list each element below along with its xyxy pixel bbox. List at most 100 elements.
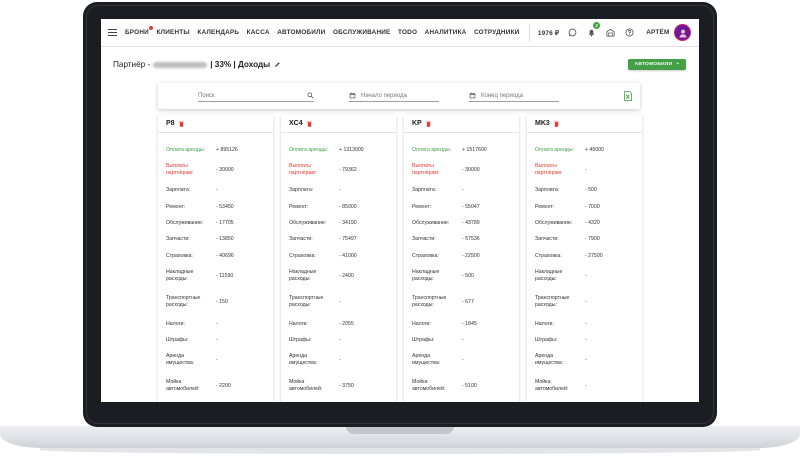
excel-export-icon[interactable] [624, 91, 632, 101]
finance-row: Мойка автомобилей: - [535, 379, 639, 393]
finance-row: Ремонт: - 55047 [412, 204, 516, 211]
car-name[interactable]: MK3 [535, 120, 550, 127]
finance-row: Запчасти: - 57536 [412, 236, 516, 243]
finance-row: Аренда имущества: - [535, 353, 639, 367]
nav-link-clients[interactable]: КЛИЕНТЫ [156, 29, 189, 36]
finance-row-label: Запчасти: [289, 236, 313, 242]
finance-row-label: Накладные расходы: [412, 269, 440, 282]
nav-link-cash[interactable]: КАССА [247, 29, 270, 36]
finance-row: Налоги: - [535, 321, 639, 328]
finance-row: Запчасти: - 7900 [535, 236, 639, 243]
pencil-icon[interactable] [274, 61, 281, 68]
nav-link-cars[interactable]: АВТОМОБИЛИ [277, 29, 325, 36]
finance-row-label: Ремонт: [535, 204, 555, 210]
finance-row-value: - [339, 337, 341, 343]
car-card-header: KP [404, 115, 519, 133]
user-icon [679, 29, 687, 37]
car-card: KP Оплата аренды: + 1517600 Выплаты партнёр… [404, 115, 519, 402]
finance-row-value: - [339, 187, 341, 193]
finance-row-value: + 1517600 [462, 147, 487, 153]
finance-row: Штрафы: - [289, 337, 393, 344]
finance-row-label: Транспортные расходы: [289, 295, 324, 308]
car-name[interactable]: XC4 [289, 120, 303, 127]
finance-row-label: Налоги: [166, 321, 185, 327]
finance-row-label: Выплаты партнёрам: [412, 163, 440, 176]
nav-link-analytics[interactable]: АНАЛИТИКА [425, 29, 467, 36]
finance-row: Аренда имущества: - [289, 353, 393, 367]
finance-row-label: Запчасти: [412, 236, 436, 242]
nav-link-todo[interactable]: TODO [398, 29, 417, 36]
finance-row-value: - 40696 [216, 253, 234, 259]
finance-row-value: - 79362 [339, 166, 357, 173]
nav-link-calendar[interactable]: КАЛЕНДАРЬ [197, 29, 239, 36]
finance-row-label: Оплата аренды: [412, 147, 452, 153]
help-icon[interactable] [625, 28, 634, 37]
delete-icon[interactable] [554, 121, 559, 127]
finance-row: Ремонт: - 53450 [166, 204, 270, 211]
finance-row: Мойка автомобилей: - 3750 [289, 379, 393, 393]
nav-link-bookings[interactable]: БРОНИ [125, 26, 153, 36]
delete-icon[interactable] [178, 121, 184, 127]
finance-row-value: - 22500 [462, 253, 480, 259]
finance-row-label: Штрафы: [412, 337, 435, 343]
finance-row: Штрафы: - [412, 337, 516, 344]
search-icon[interactable] [307, 92, 314, 99]
delete-icon[interactable] [306, 121, 312, 127]
calendar-icon [349, 92, 356, 99]
period-start-field[interactable]: Начало периода [349, 90, 439, 102]
finance-row-value: - 17705 [216, 220, 234, 226]
finance-row-value: - 677 [462, 298, 474, 305]
car-name[interactable]: P8 [166, 120, 175, 127]
finance-row-value: - 2200 [216, 382, 231, 389]
finance-row: Аренда имущества: - [166, 353, 270, 367]
finance-row-label: Мойка автомобилей: [535, 379, 569, 392]
menu-icon[interactable] [108, 28, 117, 38]
user-name[interactable]: АРТЁМ [646, 29, 669, 36]
finance-row-value: - [585, 272, 587, 279]
finance-row-label: Зарплата: [535, 187, 560, 193]
calendar-icon [469, 92, 476, 99]
car-card-header: MK3 [527, 115, 642, 133]
finance-row-label: Накладные расходы: [535, 269, 563, 282]
app-screen: БРОНИ КЛИЕНТЫ КАЛЕНДАРЬ КАССА АВТОМОБИЛИ… [101, 19, 699, 402]
finance-row-label: Обслуживание: [535, 220, 573, 226]
finance-row-label: Штрафы: [289, 337, 312, 343]
add-car-button[interactable]: АВТОМОБИЛИ + [628, 59, 686, 70]
delete-icon[interactable] [426, 121, 431, 127]
avatar[interactable] [674, 24, 692, 41]
nav-link-service[interactable]: ОБСЛУЖИВАНИЕ [333, 29, 391, 36]
nav-divider [528, 23, 530, 42]
garage-icon[interactable] [606, 28, 615, 37]
finance-row-label: Обслуживание: [412, 220, 450, 226]
balance[interactable]: 1976 ₽ [538, 29, 559, 37]
nav-right-group: 1976 ₽ 2 АРТЁМ [538, 22, 692, 41]
period-end-field[interactable]: Конец периода [469, 90, 559, 102]
finance-row: Страховка: - 41000 [289, 253, 393, 260]
page-title: Партнёр - | 33% | Доходы [113, 60, 281, 69]
finance-row: Оплата аренды: + 895126 [166, 147, 270, 154]
finance-row-value: - [462, 356, 464, 363]
finance-row-value: - 4320 [585, 220, 600, 226]
finance-row: Оплата аренды: + 1517600 [412, 147, 516, 154]
finance-row-value: - [216, 356, 218, 363]
finance-row-value: - 11590 [216, 272, 234, 279]
finance-row: Налоги: - 1845 [412, 321, 516, 328]
finance-row-value: - 7900 [585, 236, 600, 242]
bell-icon[interactable]: 2 [587, 22, 601, 37]
finance-row-value: - 55047 [462, 204, 480, 210]
finance-row: Запчасти: - 75497 [289, 236, 393, 243]
finance-row-label: Аренда имущества: [289, 353, 318, 366]
nav-link-staff[interactable]: СОТРУДНИКИ [474, 29, 519, 36]
finance-row: Оплата аренды: + 1313000 [289, 147, 393, 154]
car-name[interactable]: KP [412, 120, 422, 127]
search-input[interactable]: Поиск [198, 90, 314, 102]
finance-row: Зарплата: - [412, 187, 516, 194]
finance-row-value: - 57536 [462, 236, 480, 242]
finance-row: Накладные расходы: - 500 [412, 269, 516, 283]
whatsapp-icon[interactable] [568, 28, 577, 37]
finance-row-value: - 30000 [216, 166, 234, 173]
finance-row-label: Страховка: [535, 253, 562, 259]
laptop-notch [346, 426, 454, 434]
finance-row-value: - 13850 [216, 236, 234, 242]
finance-row-value: - 2400 [339, 272, 354, 279]
